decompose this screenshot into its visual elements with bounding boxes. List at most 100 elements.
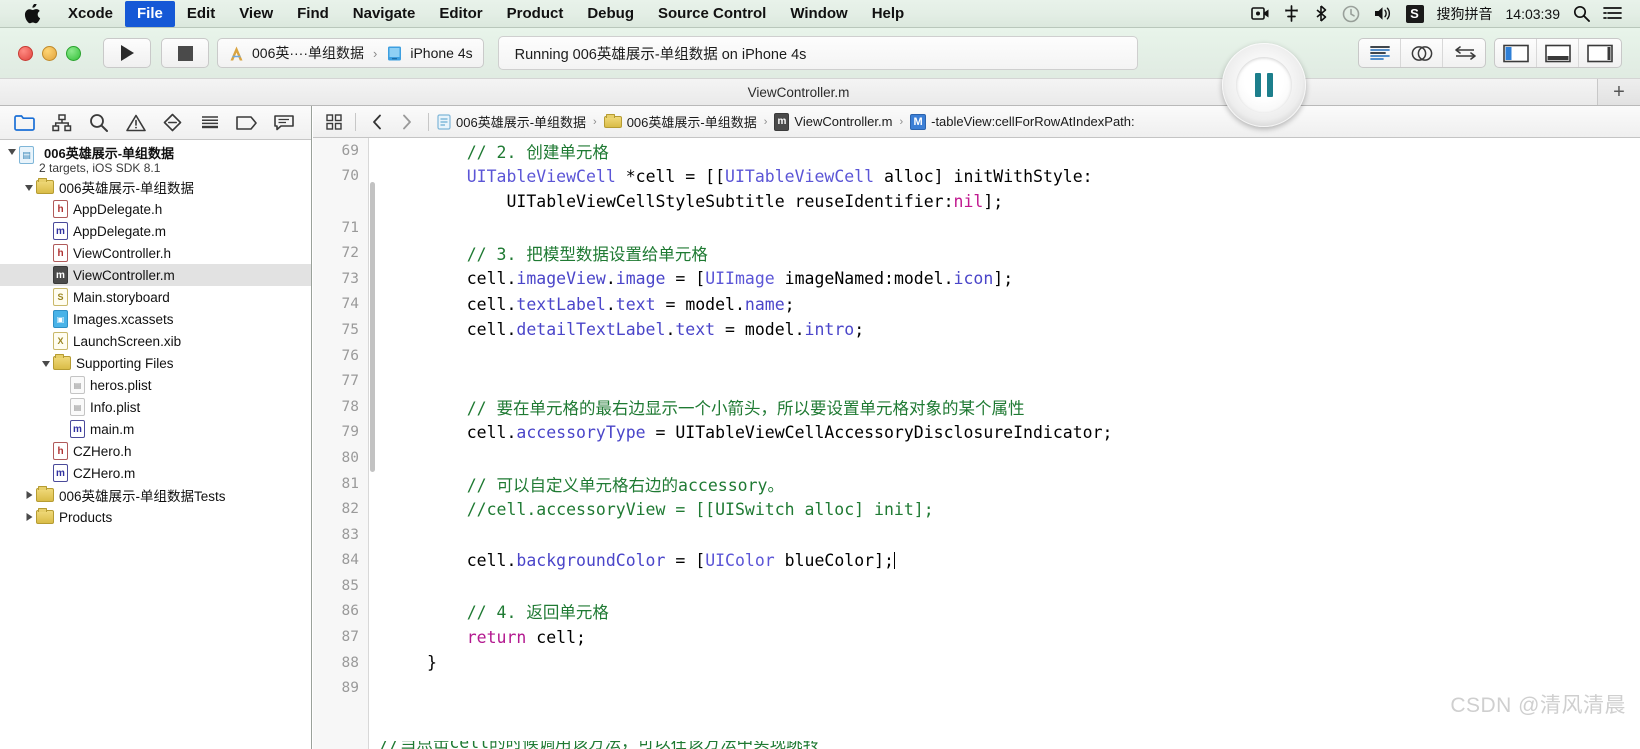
- zoom-window-button[interactable]: [66, 45, 81, 61]
- menu-navigate[interactable]: Navigate: [341, 1, 428, 27]
- nav-item-main.storyboard[interactable]: S Main.storyboard: [0, 286, 311, 308]
- project-navigator-icon[interactable]: [6, 108, 43, 138]
- volume-icon[interactable]: [1373, 5, 1393, 22]
- code-line[interactable]: 70 UITableViewCell *cell = [[UITableView…: [313, 164, 1640, 190]
- nav-item-appdelegate.h[interactable]: h AppDelegate.h: [0, 198, 311, 220]
- nav-item-czhero.m[interactable]: m CZHero.m: [0, 462, 311, 484]
- code-line[interactable]: 74 cell.textLabel.text = model.name;: [313, 292, 1640, 318]
- nav-item-viewcontroller.m[interactable]: m ViewController.m: [0, 264, 311, 286]
- nav-item-images.xcassets[interactable]: ▣ Images.xcassets: [0, 308, 311, 330]
- project-file-tree[interactable]: ▤ 006英雄展示-单组数据 2 targets, iOS SDK 8.1 006英雄…: [0, 140, 311, 528]
- code-line[interactable]: 82 //cell.accessoryView = [[UISwitch all…: [313, 496, 1640, 522]
- tab-viewcontroller-m[interactable]: ViewController.m: [0, 79, 1598, 105]
- airplay-icon[interactable]: [1283, 5, 1300, 22]
- scheme-selector[interactable]: 006英····单组数据 › iPhone 4s: [217, 38, 484, 68]
- toggle-utilities-icon[interactable]: [1579, 39, 1621, 67]
- debug-navigator-icon[interactable]: [191, 108, 228, 138]
- code-line[interactable]: 89: [313, 675, 1640, 701]
- close-window-button[interactable]: [18, 45, 33, 61]
- find-navigator-icon[interactable]: [80, 108, 117, 138]
- code-line[interactable]: 80: [313, 445, 1640, 471]
- screen-record-icon[interactable]: [1250, 6, 1270, 21]
- nav-item-heros.plist[interactable]: ▤ heros.plist: [0, 374, 311, 396]
- nav-item-viewcontroller.h[interactable]: h ViewController.h: [0, 242, 311, 264]
- stop-button[interactable]: [161, 38, 209, 68]
- code-line[interactable]: 88}: [313, 650, 1640, 676]
- nav-item-products[interactable]: Products: [0, 506, 311, 528]
- menu-editor[interactable]: Editor: [427, 1, 494, 27]
- scheme-name[interactable]: 006英····单组数据: [252, 43, 364, 63]
- code-line[interactable]: 76: [313, 343, 1640, 369]
- report-navigator-icon[interactable]: [265, 108, 302, 138]
- nav-item-006[interactable]: ▤ 006英雄展示-单组数据 2 targets, iOS SDK 8.1: [0, 146, 311, 176]
- nav-item-launchscreen.xib[interactable]: X LaunchScreen.xib: [0, 330, 311, 352]
- code-line[interactable]: UITableViewCellStyleSubtitle reuseIdenti…: [313, 189, 1640, 215]
- menu-xcode[interactable]: Xcode: [56, 1, 125, 27]
- breadcrumb-group[interactable]: 006英雄展示-单组数据: [603, 112, 757, 131]
- version-editor-icon[interactable]: [1443, 39, 1485, 67]
- symbol-navigator-icon[interactable]: [43, 108, 80, 138]
- apple-logo-icon[interactable]: [22, 3, 42, 25]
- chevron-left-icon[interactable]: [364, 110, 390, 134]
- nav-item-appdelegate.m[interactable]: m AppDelegate.m: [0, 220, 311, 242]
- standard-editor-icon[interactable]: [1359, 39, 1401, 67]
- menu-file[interactable]: File: [125, 0, 175, 27]
- nav-item-006[interactable]: 006英雄展示-单组数据: [0, 176, 311, 198]
- disclosure-triangle-down-icon[interactable]: [38, 358, 53, 368]
- pause-button[interactable]: [1222, 43, 1306, 127]
- menu-window[interactable]: Window: [778, 1, 859, 27]
- code-text-area[interactable]: 69 // 2. 创建单元格 70 UITableViewCell *cell =…: [313, 138, 1640, 749]
- add-tab-button[interactable]: +: [1598, 79, 1640, 105]
- nav-item-006tests[interactable]: 006英雄展示-单组数据Tests: [0, 484, 311, 506]
- bluetooth-icon[interactable]: [1313, 5, 1329, 22]
- test-navigator-icon[interactable]: [154, 108, 191, 138]
- code-line[interactable]: 73 cell.imageView.image = [UIImage image…: [313, 266, 1640, 292]
- code-line[interactable]: 72 // 3. 把模型数据设置给单元格: [313, 240, 1640, 266]
- chevron-right-icon[interactable]: [394, 110, 420, 134]
- code-line[interactable]: 78 // 要在单元格的最右边显示一个小箭头，所以要设置单元格对象的某个属性: [313, 394, 1640, 420]
- toggle-debug-area-icon[interactable]: [1537, 39, 1579, 67]
- menu-debug[interactable]: Debug: [575, 1, 646, 27]
- breadcrumb-project[interactable]: 006英雄展示-单组数据: [437, 112, 586, 131]
- code-line[interactable]: 84 cell.backgroundColor = [UIColor blueC…: [313, 548, 1640, 574]
- breakpoint-navigator-icon[interactable]: [228, 108, 265, 138]
- search-icon[interactable]: [1573, 5, 1590, 22]
- menu-product[interactable]: Product: [495, 1, 576, 27]
- menu-view[interactable]: View: [227, 1, 285, 27]
- timemachine-icon[interactable]: [1342, 5, 1360, 23]
- code-line[interactable]: 69 // 2. 创建单元格: [313, 138, 1640, 164]
- menu-bar-clock[interactable]: 14:03:39: [1506, 6, 1561, 22]
- menu-find[interactable]: Find: [285, 1, 341, 27]
- nav-item-info.plist[interactable]: ▤ Info.plist: [0, 396, 311, 418]
- code-line[interactable]: 83: [313, 522, 1640, 548]
- disclosure-triangle-right-icon[interactable]: [21, 490, 36, 500]
- code-line[interactable]: 81 // 可以自定义单元格右边的accessory。: [313, 471, 1640, 497]
- nav-item-czhero.h[interactable]: h CZHero.h: [0, 440, 311, 462]
- scheme-destination[interactable]: iPhone 4s: [410, 45, 472, 61]
- code-line[interactable]: 75 cell.detailTextLabel.text = model.int…: [313, 317, 1640, 343]
- input-method-label[interactable]: 搜狗拼音: [1437, 4, 1493, 24]
- code-line[interactable]: 86 // 4. 返回单元格: [313, 599, 1640, 625]
- code-line[interactable]: 87 return cell;: [313, 624, 1640, 650]
- run-button[interactable]: [103, 38, 151, 68]
- input-method-badge[interactable]: S: [1405, 4, 1424, 23]
- breadcrumb-method[interactable]: M -tableView:cellForRowAtIndexPath:: [910, 113, 1135, 130]
- nav-item-supportingfiles[interactable]: Supporting Files: [0, 352, 311, 374]
- menu-edit[interactable]: Edit: [175, 1, 227, 27]
- disclosure-triangle-right-icon[interactable]: [21, 512, 36, 522]
- disclosure-triangle-down-icon[interactable]: [4, 146, 19, 156]
- breadcrumb-file[interactable]: m ViewController.m: [774, 112, 892, 131]
- toggle-navigator-icon[interactable]: [1495, 39, 1537, 67]
- code-line[interactable]: 85: [313, 573, 1640, 599]
- menu-help[interactable]: Help: [860, 1, 917, 27]
- nav-item-main.m[interactable]: m main.m: [0, 418, 311, 440]
- notification-center-icon[interactable]: [1603, 6, 1622, 21]
- menu-source-control[interactable]: Source Control: [646, 1, 778, 27]
- minimize-window-button[interactable]: [42, 45, 57, 61]
- code-line[interactable]: 77: [313, 368, 1640, 394]
- code-line[interactable]: 79 cell.accessoryType = UITableViewCellA…: [313, 420, 1640, 446]
- disclosure-triangle-down-icon[interactable]: [21, 182, 36, 192]
- related-items-icon[interactable]: [321, 110, 347, 134]
- issue-navigator-icon[interactable]: [117, 108, 154, 138]
- code-line[interactable]: 71: [313, 215, 1640, 241]
